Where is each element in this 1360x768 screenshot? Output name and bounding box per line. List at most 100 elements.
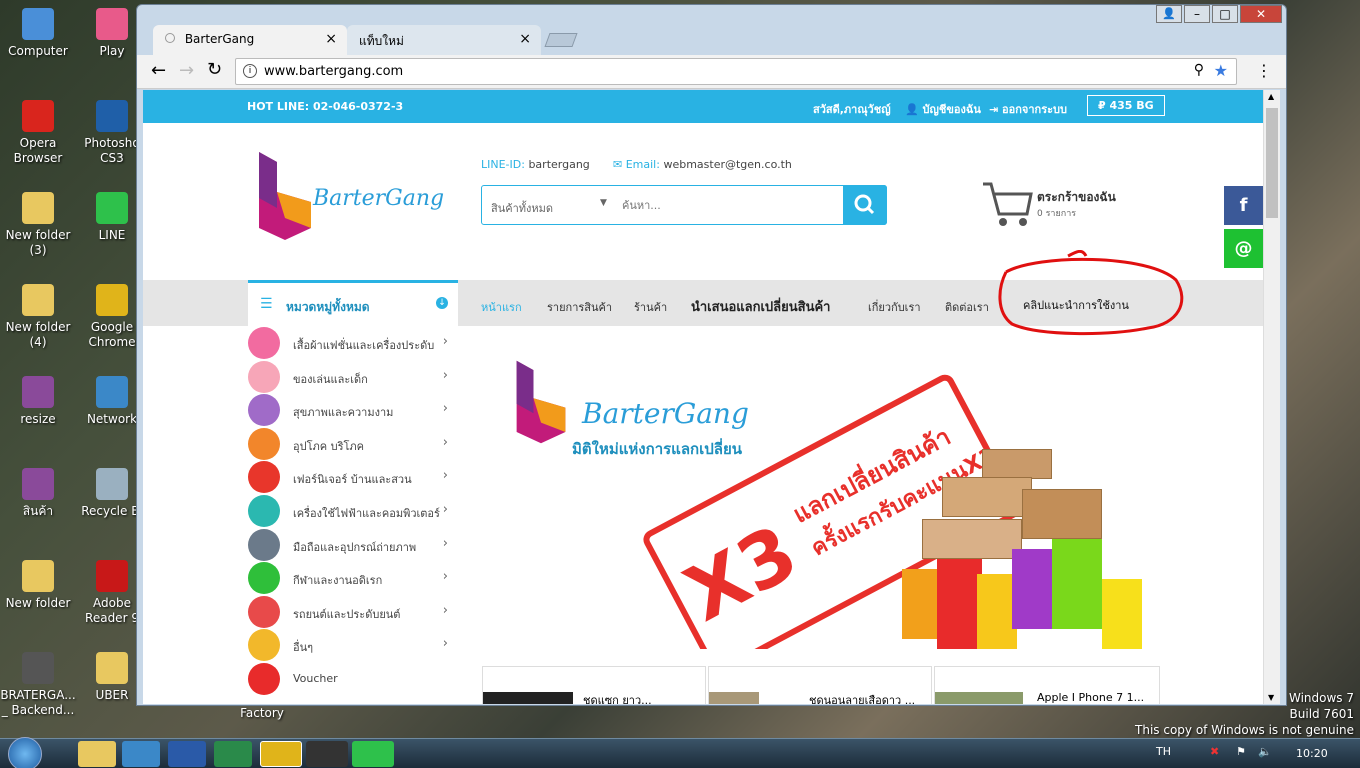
tab-new[interactable]: แท็บใหม่ × <box>347 25 541 55</box>
desktop-icon[interactable]: Factory <box>224 706 300 721</box>
logout-link[interactable]: ⇥ ออกจากระบบ <box>989 100 1067 118</box>
category-item[interactable]: รถยนต์และประดับยนต์ › <box>248 595 458 629</box>
category-label: มือถือและอุปกรณ์ถ่ายภาพ <box>293 540 417 554</box>
product-card[interactable]: ชุดแซก ยาว... <box>482 666 706 704</box>
search-icon <box>854 194 875 215</box>
menu-icon[interactable]: ⋮ <box>1256 61 1272 80</box>
desktop-icon[interactable]: New folder (3) <box>0 192 76 258</box>
scroll-thumb[interactable] <box>1266 108 1278 218</box>
minimize-button[interactable]: – <box>1184 5 1210 23</box>
nav-about[interactable]: เกี่ยวกับเรา <box>868 298 921 316</box>
desktop-icon[interactable]: Opera Browser <box>0 100 76 166</box>
category-item[interactable]: Voucher <box>248 662 458 696</box>
chrome-taskbar-icon[interactable] <box>260 741 302 767</box>
category-item[interactable]: เครื่องใช้ไฟฟ้าและคอมพิวเตอร์ › <box>248 494 458 528</box>
category-item[interactable]: อุปโภค บริโภค › <box>248 427 458 461</box>
scroll-up-icon[interactable]: ▲ <box>1268 92 1274 101</box>
logo-text: BarterGang <box>313 186 445 211</box>
product-title: Apple I Phone 7 1... <box>1037 691 1145 704</box>
explorer-taskbar-icon[interactable] <box>78 741 116 767</box>
new-tab-button[interactable] <box>544 33 578 47</box>
shopping-bags-image <box>902 529 1160 649</box>
flag-icon[interactable]: ⚑ <box>1236 745 1246 758</box>
app-b-taskbar-icon[interactable] <box>306 741 348 767</box>
tab-close-icon[interactable]: × <box>519 31 531 47</box>
line-taskbar-icon[interactable] <box>352 741 394 767</box>
back-icon[interactable]: ← <box>151 60 166 81</box>
desktop-icon[interactable]: resize <box>0 376 76 427</box>
scroll-down-icon[interactable]: ▼ <box>1268 693 1274 702</box>
user-icon[interactable]: 👤 <box>1156 5 1182 23</box>
info-icon[interactable]: i <box>243 64 257 78</box>
nav-home[interactable]: หน้าแรก <box>481 298 522 316</box>
desktop-icon[interactable]: BRATERGA... _ Backend... <box>0 652 76 718</box>
cart[interactable]: ตระกร้าของฉัน 0 รายการ <box>981 180 1131 230</box>
nav-offer-exchange[interactable]: นำเสนอแลกเปลี่ยนสินค้า <box>691 296 830 317</box>
category-item[interactable]: เสื้อผ้าแฟชั่นและเครื่องประดับ › <box>248 326 458 360</box>
desktop-icon[interactable]: New folder <box>0 560 76 611</box>
close-button[interactable]: ✕ <box>1240 5 1282 23</box>
category-icon <box>248 427 280 460</box>
page-viewport: HOT LINE: 02-046-0372-3 สวัสดี,ภาณุวัชญ์… <box>143 90 1280 704</box>
ie-taskbar-icon[interactable] <box>122 741 160 767</box>
category-item[interactable]: เฟอร์นิเจอร์ บ้านและสวน › <box>248 460 458 494</box>
tab-close-icon[interactable]: × <box>325 31 337 47</box>
search-button[interactable] <box>843 185 887 225</box>
zoom-icon[interactable]: ⚲ <box>1194 62 1204 78</box>
categories-header[interactable]: ☰ หมวดหมู่ทั้งหมด ↓ <box>248 280 458 326</box>
category-item[interactable]: มือถือและอุปกรณ์ถ่ายภาพ › <box>248 528 458 562</box>
forward-icon[interactable]: → <box>179 60 194 81</box>
chevron-right-icon: › <box>442 569 448 585</box>
app-icon <box>96 468 128 500</box>
chevron-right-icon: › <box>442 434 448 450</box>
page-icon <box>165 33 175 43</box>
category-label: อุปโภค บริโภค <box>293 439 365 453</box>
desktop-icon[interactable]: New folder (4) <box>0 284 76 350</box>
product-card[interactable]: Apple I Phone 7 1... <box>934 666 1160 704</box>
nav-products[interactable]: รายการสินค้า <box>547 298 612 316</box>
nav-shops[interactable]: ร้านค้า <box>634 298 667 316</box>
network-icon[interactable]: ✖ <box>1210 745 1219 758</box>
search-bar: สินค้าทั้งหมด ▼ <box>481 185 887 225</box>
search-category-select[interactable]: สินค้าทั้งหมด <box>491 199 553 217</box>
account-link[interactable]: 👤 บัญชีของฉัน <box>905 100 981 118</box>
category-item[interactable]: อื่นๆ › <box>248 628 458 662</box>
url-text: www.bartergang.com <box>264 64 404 79</box>
search-input[interactable] <box>622 194 838 216</box>
nav-contact[interactable]: ติดต่อเรา <box>945 298 989 316</box>
clock[interactable]: 10:20 <box>1296 747 1328 760</box>
address-bar[interactable]: i www.bartergang.com ⚲ ★ <box>235 58 1237 85</box>
desktop-icon-label: New folder (4) <box>5 320 71 349</box>
chevron-down-icon[interactable]: ▼ <box>600 198 607 208</box>
product-card[interactable]: ชุดนอนลายเสือดาว ... <box>708 666 932 704</box>
promo-banner[interactable]: BarterGang มิติใหม่แห่งการแลกเปลี่ยน X3 … <box>482 339 1160 649</box>
scrollbar[interactable]: ▲ ▼ <box>1263 90 1280 704</box>
cart-icon <box>983 182 1033 226</box>
category-item[interactable]: ของเล่นและเด็ก › <box>248 360 458 394</box>
tab-bartergang[interactable]: BarterGang × <box>153 25 347 55</box>
site-logo[interactable]: BarterGang <box>255 148 444 244</box>
line-button[interactable]: @ <box>1224 229 1263 268</box>
excel-taskbar-icon[interactable] <box>214 741 252 767</box>
volume-icon[interactable]: 🔈 <box>1258 745 1272 758</box>
start-button[interactable] <box>8 737 42 768</box>
word-taskbar-icon[interactable] <box>168 741 206 767</box>
reload-icon[interactable]: ↻ <box>207 59 222 80</box>
banner-logo-text: BarterGang <box>582 397 749 430</box>
bookmark-star-icon[interactable]: ★ <box>1214 61 1228 80</box>
language-indicator[interactable]: TH <box>1156 745 1171 758</box>
desktop-icon[interactable]: สินค้า <box>0 468 76 519</box>
desktop-icon-label: Computer <box>8 44 68 58</box>
balance-badge[interactable]: ₽ 435 BG <box>1087 95 1165 116</box>
desktop-icon[interactable]: Computer <box>0 8 76 59</box>
chevron-right-icon: › <box>442 602 448 618</box>
product-title: ชุดแซก ยาว... <box>583 694 652 704</box>
category-label: Voucher <box>293 672 338 685</box>
facebook-button[interactable]: f <box>1224 186 1263 225</box>
maximize-button[interactable]: □ <box>1212 5 1238 23</box>
chevron-right-icon: › <box>442 401 448 417</box>
category-item[interactable]: กีฬาและงานอดิเรก › <box>248 561 458 595</box>
email-value: webmaster@tgen.co.th <box>663 158 792 171</box>
category-item[interactable]: สุขภาพและความงาม › <box>248 393 458 427</box>
line-id-value: bartergang <box>528 158 590 171</box>
